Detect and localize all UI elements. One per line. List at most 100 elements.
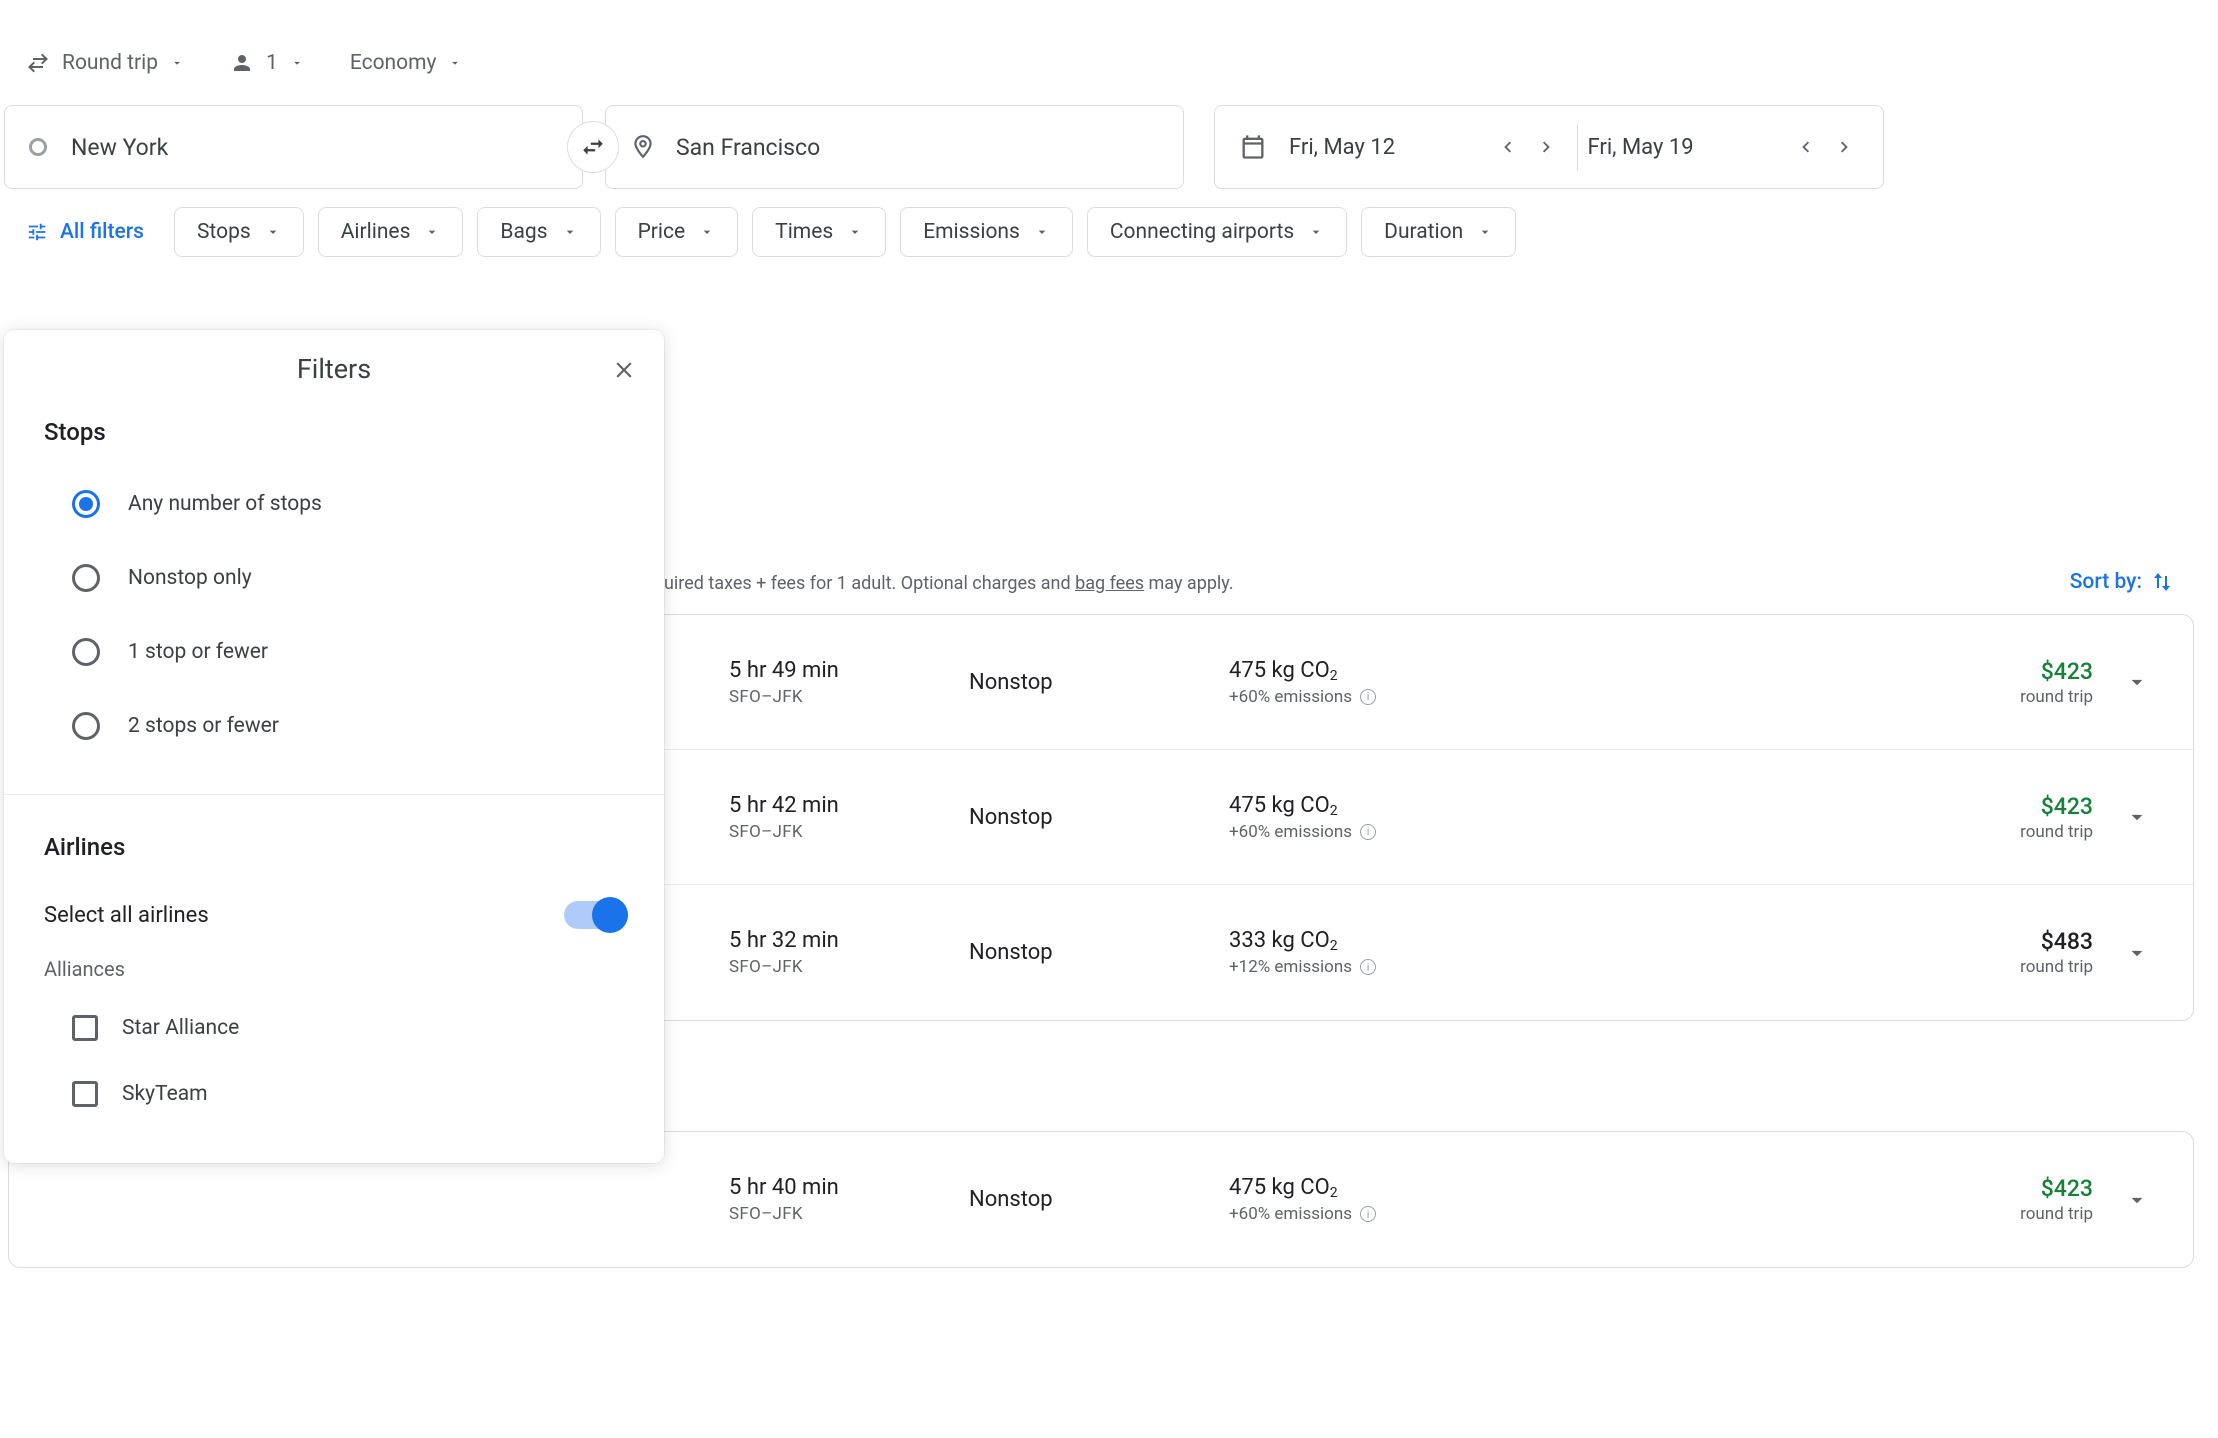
duration-cell: 5 hr 42 minSFO–JFK bbox=[729, 793, 969, 842]
depart-prev-button[interactable] bbox=[1487, 127, 1527, 167]
alliance-label: Star Alliance bbox=[122, 1016, 239, 1040]
checkbox-icon bbox=[72, 1081, 98, 1107]
chevron-down-icon bbox=[562, 224, 578, 240]
chevron-down-icon bbox=[1477, 224, 1493, 240]
return-next-button[interactable] bbox=[1825, 127, 1865, 167]
chevron-down-icon bbox=[424, 224, 440, 240]
stops-option[interactable]: Nonstop only bbox=[4, 548, 664, 622]
stops-option[interactable]: 1 stop or fewer bbox=[4, 622, 664, 696]
info-icon: i bbox=[1360, 1206, 1376, 1222]
price-cell: $423round trip bbox=[1529, 1175, 2153, 1224]
filters-panel: Filters Stops Any number of stopsNonstop… bbox=[4, 330, 664, 1163]
passenger-count: 1 bbox=[266, 51, 278, 75]
expand-row-button[interactable] bbox=[2117, 933, 2157, 973]
emissions-cell: 475 kg CO2+60% emissionsi bbox=[1229, 793, 1529, 842]
price-disclaimer: uired taxes + fees for 1 adult. Optional… bbox=[664, 573, 1234, 594]
stops-option-label: Any number of stops bbox=[128, 492, 322, 516]
sort-arrows-icon bbox=[2150, 570, 2174, 594]
destination-value: San Francisco bbox=[676, 134, 820, 161]
passenger-dropdown[interactable]: 1 bbox=[222, 45, 312, 81]
alliances-label: Alliances bbox=[4, 957, 664, 1001]
bag-fees-link[interactable]: bag fees bbox=[1075, 573, 1144, 594]
select-all-airlines-label: Select all airlines bbox=[44, 903, 209, 928]
radio-icon bbox=[72, 712, 100, 740]
chevron-down-icon bbox=[699, 224, 715, 240]
select-all-airlines-toggle[interactable] bbox=[564, 901, 624, 929]
return-date: Fri, May 19 bbox=[1588, 135, 1786, 160]
filter-chip-label: Airlines bbox=[341, 220, 411, 244]
checkbox-icon bbox=[72, 1015, 98, 1041]
depart-date: Fri, May 12 bbox=[1289, 135, 1487, 160]
expand-row-button[interactable] bbox=[2117, 662, 2157, 702]
stops-cell: Nonstop bbox=[969, 670, 1229, 695]
filter-chip-emissions[interactable]: Emissions bbox=[900, 207, 1073, 257]
close-icon bbox=[611, 357, 637, 383]
stops-option-label: 1 stop or fewer bbox=[128, 640, 268, 664]
price-cell: $483round trip bbox=[1529, 928, 2153, 977]
duration-cell: 5 hr 40 minSFO–JFK bbox=[729, 1175, 969, 1224]
stops-cell: Nonstop bbox=[969, 805, 1229, 830]
alliance-option[interactable]: Star Alliance bbox=[4, 1001, 664, 1067]
chevron-down-icon bbox=[1308, 224, 1324, 240]
expand-row-button[interactable] bbox=[2117, 1180, 2157, 1220]
info-icon: i bbox=[1360, 959, 1376, 975]
price-cell: $423round trip bbox=[1529, 658, 2153, 707]
calendar-icon bbox=[1239, 133, 1267, 161]
filter-chip-label: Duration bbox=[1384, 220, 1463, 244]
origin-circle-icon bbox=[29, 138, 47, 156]
stops-option[interactable]: Any number of stops bbox=[4, 474, 664, 548]
info-icon: i bbox=[1360, 689, 1376, 705]
date-picker[interactable]: Fri, May 12 Fri, May 19 bbox=[1214, 105, 1884, 189]
chevron-down-icon bbox=[290, 56, 304, 70]
expand-row-button[interactable] bbox=[2117, 797, 2157, 837]
radio-icon bbox=[72, 490, 100, 518]
cabin-class-dropdown[interactable]: Economy bbox=[342, 45, 471, 81]
depart-next-button[interactable] bbox=[1527, 127, 1567, 167]
stops-option[interactable]: 2 stops or fewer bbox=[4, 696, 664, 770]
chevron-down-icon bbox=[2124, 804, 2150, 830]
chevron-down-icon bbox=[2124, 940, 2150, 966]
origin-input[interactable]: New York bbox=[4, 105, 583, 189]
alliance-option[interactable]: SkyTeam bbox=[4, 1067, 664, 1133]
cabin-class-label: Economy bbox=[350, 51, 437, 75]
filter-chip-duration[interactable]: Duration bbox=[1361, 207, 1516, 257]
filter-chip-label: Stops bbox=[197, 220, 251, 244]
duration-cell: 5 hr 32 minSFO–JFK bbox=[729, 928, 969, 977]
filter-chip-stops[interactable]: Stops bbox=[174, 207, 304, 257]
chevron-down-icon bbox=[1034, 224, 1050, 240]
all-filters-button[interactable]: All filters bbox=[18, 210, 160, 254]
stops-option-label: 2 stops or fewer bbox=[128, 714, 279, 738]
filter-chip-price[interactable]: Price bbox=[615, 207, 739, 257]
filter-chip-times[interactable]: Times bbox=[752, 207, 886, 257]
info-icon: i bbox=[1360, 824, 1376, 840]
filter-chip-label: Times bbox=[775, 220, 833, 244]
chevron-down-icon bbox=[2124, 669, 2150, 695]
location-pin-icon bbox=[630, 134, 656, 160]
stops-cell: Nonstop bbox=[969, 940, 1229, 965]
return-prev-button[interactable] bbox=[1785, 127, 1825, 167]
destination-input[interactable]: San Francisco bbox=[605, 105, 1184, 189]
filter-chip-airlines[interactable]: Airlines bbox=[318, 207, 464, 257]
filter-chip-label: Bags bbox=[500, 220, 547, 244]
alliance-label: SkyTeam bbox=[122, 1082, 208, 1106]
stops-cell: Nonstop bbox=[969, 1187, 1229, 1212]
chevron-down-icon bbox=[847, 224, 863, 240]
panel-divider bbox=[4, 794, 664, 795]
swap-arrows-icon bbox=[26, 51, 50, 75]
price-cell: $423round trip bbox=[1529, 793, 2153, 842]
close-filters-button[interactable] bbox=[606, 352, 642, 388]
stops-section-title: Stops bbox=[4, 408, 664, 474]
chevron-down-icon bbox=[265, 224, 281, 240]
all-filters-label: All filters bbox=[60, 220, 144, 244]
emissions-cell: 475 kg CO2+60% emissionsi bbox=[1229, 658, 1529, 707]
filter-chip-connecting-airports[interactable]: Connecting airports bbox=[1087, 207, 1347, 257]
trip-type-dropdown[interactable]: Round trip bbox=[18, 45, 192, 81]
sort-by-label: Sort by: bbox=[2070, 570, 2142, 594]
radio-icon bbox=[72, 638, 100, 666]
airlines-section-title: Airlines bbox=[4, 823, 664, 889]
chevron-down-icon bbox=[448, 56, 462, 70]
sort-by-button[interactable]: Sort by: bbox=[2070, 570, 2188, 594]
swap-origin-dest-button[interactable] bbox=[567, 121, 619, 173]
swap-horiz-icon bbox=[580, 134, 606, 160]
filter-chip-bags[interactable]: Bags bbox=[477, 207, 600, 257]
